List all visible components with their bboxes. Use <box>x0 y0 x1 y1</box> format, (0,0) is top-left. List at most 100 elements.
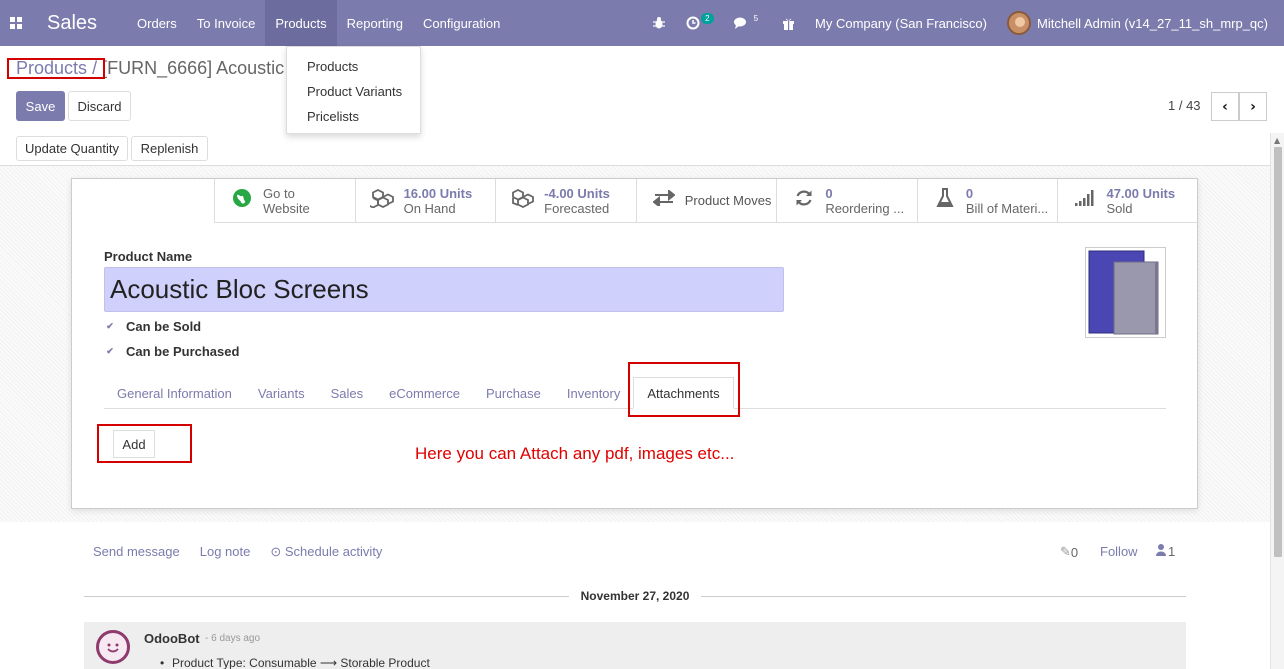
forecasted-label: Forecasted <box>544 200 610 216</box>
discard-button[interactable]: Discard <box>68 91 131 121</box>
navbar-right: 2 5 My Company (San Francisco) Mitchell … <box>642 0 1284 46</box>
on-hand-button[interactable]: 16.00 Units On Hand <box>354 179 496 222</box>
pager-next-button[interactable]: › <box>1239 92 1267 121</box>
cubes-icon <box>510 188 536 214</box>
chevron-right-icon: › <box>1250 98 1256 115</box>
tab-variants[interactable]: Variants <box>245 377 318 409</box>
dropdown-product-variants[interactable]: Product Variants <box>307 84 402 99</box>
gift-icon[interactable] <box>772 17 805 30</box>
menu-orders[interactable]: Orders <box>127 0 187 46</box>
can-be-purchased-checkbox[interactable]: ✔ <box>104 346 116 358</box>
notebook-tabs: General Information Variants Sales eComm… <box>104 377 1166 409</box>
reordering-value: 0 <box>825 185 833 201</box>
can-be-purchased-row: ✔ Can be Purchased <box>104 344 239 359</box>
tab-inventory[interactable]: Inventory <box>554 377 633 409</box>
attachments-count: 0 <box>1070 544 1079 560</box>
tab-general-information[interactable]: General Information <box>104 377 245 409</box>
user-avatar <box>1007 11 1031 35</box>
reordering-button[interactable]: 0 Reordering ... <box>776 179 917 222</box>
pager-previous-button[interactable]: ‹ <box>1211 92 1239 121</box>
user-icon <box>1156 544 1166 559</box>
page-scrollbar[interactable]: ▲ <box>1270 133 1284 669</box>
breadcrumb: Products / [FURN_6666] Acoustic <box>16 58 284 79</box>
main-menu: Orders To Invoice Products Reporting Con… <box>127 0 510 46</box>
activity-badge: 2 <box>701 12 714 24</box>
chatter-topbar: Send message Log note ⊙ Schedule activit… <box>93 544 1178 560</box>
log-note-button[interactable]: Log note <box>200 544 251 560</box>
send-message-button[interactable]: Send message <box>93 544 180 560</box>
schedule-activity-button[interactable]: ⊙ Schedule activity <box>270 544 382 560</box>
exchange-icon <box>651 188 677 212</box>
can-be-sold-checkbox[interactable]: ✔ <box>104 321 116 333</box>
menu-products[interactable]: Products <box>265 0 337 46</box>
menu-to-invoice[interactable]: To Invoice <box>187 0 266 46</box>
breadcrumb-separator: / <box>92 58 98 78</box>
followers-button[interactable]: 1 <box>1156 544 1175 559</box>
on-hand-value: 16.00 Units <box>403 185 473 201</box>
message-body: Product Type: Consumable ⟶ Storable Prod… <box>160 656 430 669</box>
save-button[interactable]: Save <box>16 91 65 121</box>
company-switcher[interactable]: My Company (San Francisco) <box>805 16 997 31</box>
dropdown-products[interactable]: Products <box>307 59 358 74</box>
pager-value: 1 / 43 <box>1168 98 1201 113</box>
signal-bars-icon <box>1072 189 1098 213</box>
dropdown-pricelists[interactable]: Pricelists <box>307 109 359 124</box>
tab-purchase[interactable]: Purchase <box>473 377 554 409</box>
sold-value: 47.00 Units <box>1106 185 1176 201</box>
tab-attachments[interactable]: Attachments <box>633 377 734 409</box>
message-author[interactable]: OdooBot <box>144 631 200 646</box>
form-sheet: Go to Website 16.00 Units On Hand -4.00 … <box>71 178 1198 509</box>
product-moves-label: Product Moves <box>684 193 772 208</box>
product-name-input[interactable]: Acoustic Bloc Screens <box>104 267 784 312</box>
menu-configuration[interactable]: Configuration <box>413 0 510 46</box>
chatter-message: OdooBot - 6 days ago Product Type: Consu… <box>84 622 1186 669</box>
can-be-sold-row: ✔ Can be Sold <box>104 319 201 334</box>
attachments-count-button[interactable]: ✎ 0 <box>1060 544 1078 560</box>
bom-value: 0 <box>965 185 974 201</box>
bom-label: Bill of Materi... <box>965 200 1049 216</box>
messages-badge: 5 <box>753 13 759 23</box>
reordering-label: Reordering ... <box>825 200 905 216</box>
sold-button[interactable]: 47.00 Units Sold <box>1057 179 1198 222</box>
menu-reporting[interactable]: Reporting <box>337 0 413 46</box>
product-image[interactable] <box>1085 247 1166 338</box>
odoobot-avatar <box>96 630 130 664</box>
follow-button[interactable]: Follow <box>1100 544 1138 559</box>
date-separator: November 27, 2020 <box>84 588 1187 604</box>
update-quantity-button[interactable]: Update Quantity <box>16 136 128 161</box>
flask-icon <box>932 187 958 214</box>
replenish-button[interactable]: Replenish <box>131 136 208 161</box>
add-attachment-button[interactable]: Add <box>113 430 155 458</box>
breadcrumb-current: [FURN_6666] Acoustic <box>102 58 285 78</box>
product-name-label: Product Name <box>104 249 193 264</box>
message-date: November 27, 2020 <box>580 589 690 603</box>
breadcrumb-products[interactable]: Products <box>16 58 87 78</box>
refresh-icon <box>791 188 817 214</box>
tab-sales[interactable]: Sales <box>318 377 377 409</box>
bill-of-materials-button[interactable]: 0 Bill of Materi... <box>916 179 1058 222</box>
annotation-text: Here you can Attach any pdf, images etc.… <box>415 444 735 463</box>
user-menu[interactable]: Mitchell Admin (v14_27_11_sh_mrp_qc) <box>997 11 1284 35</box>
paperclip-icon: ✎ <box>1060 544 1071 559</box>
messages-icon[interactable]: 5 <box>724 14 772 30</box>
go-to-website-button[interactable]: Go to Website <box>214 179 355 222</box>
clock-icon: ⊙ <box>270 544 282 559</box>
product-moves-button[interactable]: Product Moves <box>635 179 777 222</box>
tab-ecommerce[interactable]: eCommerce <box>376 377 473 409</box>
app-brand[interactable]: Sales <box>47 12 97 35</box>
activity-clock-icon[interactable]: 2 <box>676 12 723 30</box>
apps-menu-icon[interactable] <box>0 0 32 46</box>
followers-count: 1 <box>1168 544 1176 559</box>
message-time: - 6 days ago <box>205 633 261 644</box>
products-dropdown: Products Product Variants Pricelists <box>286 46 421 134</box>
bug-icon[interactable] <box>642 16 676 30</box>
scroll-thumb[interactable] <box>1274 147 1282 557</box>
user-name: Mitchell Admin (v14_27_11_sh_mrp_qc) <box>1037 15 1268 31</box>
cubes-icon <box>367 188 396 214</box>
smart-buttons: Go to Website 16.00 Units On Hand -4.00 … <box>214 179 1198 223</box>
forecasted-button[interactable]: -4.00 Units Forecasted <box>495 179 636 222</box>
chevron-left-icon: ‹ <box>1222 98 1228 115</box>
scroll-up-icon[interactable]: ▲ <box>1274 136 1280 145</box>
top-navbar: Sales Orders To Invoice Products Reporti… <box>0 0 1284 46</box>
can-be-purchased-label: Can be Purchased <box>126 344 240 359</box>
